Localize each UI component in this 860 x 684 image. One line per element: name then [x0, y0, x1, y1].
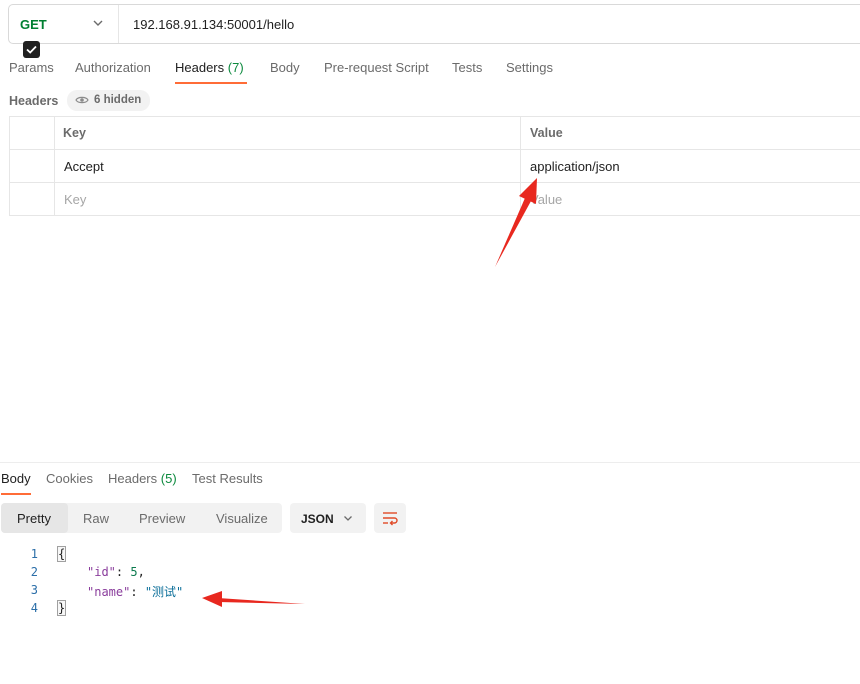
headers-table: Key Value Accept application/json Key Va…	[9, 116, 860, 216]
tab-authorization[interactable]: Authorization	[75, 60, 151, 75]
tab-label: Pre-request Script	[324, 60, 429, 75]
tab-pre-request-script[interactable]: Pre-request Script	[324, 60, 429, 75]
tab-label: Cookies	[46, 471, 93, 486]
mode-pretty-button[interactable]: Pretty	[17, 511, 51, 526]
wrap-lines-icon	[383, 512, 398, 526]
tab-label: Settings	[506, 60, 553, 75]
table-row-empty: Key Value	[10, 183, 860, 216]
method-selector[interactable]: GET	[9, 5, 119, 43]
tab-label: Test Results	[192, 471, 263, 486]
tab-headers[interactable]: Headers (7)	[175, 60, 244, 75]
tab-label: Headers	[108, 471, 158, 486]
column-divider	[54, 117, 55, 215]
view-mode-group: Pretty Raw Preview Visualize	[1, 503, 282, 533]
tab-label: Headers	[175, 60, 225, 75]
tab-params[interactable]: Params	[9, 60, 54, 75]
column-header-key: Key	[63, 126, 86, 140]
json-key: "name"	[87, 585, 131, 599]
section-divider	[0, 462, 860, 463]
tab-response-body[interactable]: Body	[1, 471, 31, 486]
url-bar: GET 192.168.91.134:50001/hello	[8, 4, 860, 44]
table-row: Accept application/json	[10, 150, 860, 183]
tab-test-results[interactable]: Test Results	[192, 471, 263, 486]
tab-label: Body	[270, 60, 300, 75]
line-number: 3	[30, 583, 38, 597]
tab-label: Params	[9, 60, 54, 75]
request-tabs: Params Authorization Headers (7) Body Pr…	[0, 60, 860, 84]
chevron-down-icon	[344, 516, 352, 521]
header-key-cell[interactable]: Accept	[64, 159, 104, 174]
url-input[interactable]: 192.168.91.134:50001/hello	[133, 17, 294, 32]
wrap-lines-button[interactable]	[374, 503, 406, 533]
tab-label: Body	[1, 471, 31, 486]
json-comma: ,	[137, 565, 145, 579]
mode-visualize-button[interactable]: Visualize	[216, 511, 268, 526]
tab-response-headers[interactable]: Headers (5)	[108, 471, 177, 486]
tab-label: Authorization	[75, 60, 151, 75]
checkmark-icon	[26, 45, 37, 54]
format-label: JSON	[301, 512, 334, 526]
new-value-placeholder[interactable]: Value	[530, 192, 562, 207]
active-tab-indicator	[175, 82, 247, 84]
tab-body[interactable]: Body	[270, 60, 300, 75]
tab-label: Tests	[452, 60, 483, 75]
line-number: 2	[30, 565, 38, 579]
tab-settings[interactable]: Settings	[506, 60, 553, 75]
response-tabs: Body Cookies Headers (5) Test Results	[0, 471, 860, 495]
line-number: 4	[30, 601, 38, 615]
header-value-cell[interactable]: application/json	[530, 159, 620, 174]
line-number: 1	[30, 547, 38, 561]
hidden-count: 6 hidden	[94, 94, 142, 106]
tab-tests[interactable]: Tests	[452, 60, 482, 75]
mode-raw-button[interactable]: Raw	[83, 511, 109, 526]
mode-preview-button[interactable]: Preview	[139, 511, 185, 526]
active-tab-indicator	[1, 493, 31, 495]
header-enabled-checkbox[interactable]	[23, 41, 40, 58]
headers-title: Headers	[9, 94, 59, 108]
chevron-down-icon	[93, 20, 103, 26]
column-divider	[520, 117, 521, 215]
json-value: "测试"	[144, 585, 184, 599]
eye-icon	[75, 96, 89, 104]
column-header-value: Value	[530, 126, 563, 140]
json-value: 5	[130, 565, 138, 579]
open-brace: {	[56, 546, 67, 562]
tab-count: (7)	[227, 60, 244, 75]
arrow-to-response-name	[202, 591, 305, 607]
json-key: "id"	[87, 565, 116, 579]
json-line: "name": "测试"	[87, 585, 184, 599]
tab-count: (5)	[160, 471, 177, 486]
hidden-headers-toggle[interactable]: 6 hidden	[67, 90, 150, 111]
method-label: GET	[20, 17, 47, 32]
json-line: "id": 5,	[87, 565, 145, 579]
format-select[interactable]: JSON	[290, 503, 366, 533]
tab-cookies[interactable]: Cookies	[46, 471, 93, 486]
table-header-row: Key Value	[10, 117, 860, 150]
new-key-placeholder[interactable]: Key	[64, 192, 86, 207]
close-brace: }	[56, 600, 67, 616]
